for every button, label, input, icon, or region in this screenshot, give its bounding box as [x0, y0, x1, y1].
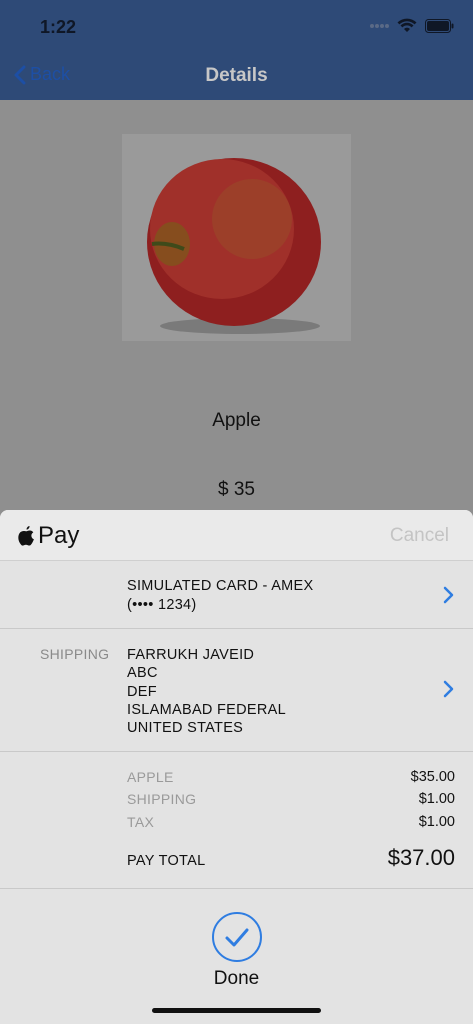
apple-pay-logo: Pay	[17, 522, 79, 550]
address-line: DEF	[127, 683, 157, 700]
address-line: UNITED STATES	[127, 720, 244, 737]
apple-pay-sheet: Pay Cancel SIMULATED CARD - AMEX (•••• 1…	[0, 510, 473, 1024]
done-status: Done	[0, 888, 473, 1024]
pay-label: Pay	[38, 522, 80, 549]
product-price: $ 35	[218, 479, 255, 500]
product-details: Apple $ 35	[0, 100, 473, 510]
summary-item-label: SHIPPING	[127, 791, 197, 807]
sheet-header: Pay Cancel	[0, 510, 473, 561]
chevron-right-icon	[443, 680, 454, 698]
signal-dots-icon	[370, 23, 389, 28]
payment-summary: APPLE $35.00 SHIPPING $1.00 TAX $1.00 PA…	[0, 751, 473, 889]
page-title: Details	[205, 65, 268, 86]
summary-item-value: $1.00	[418, 814, 455, 830]
wifi-icon	[397, 18, 417, 32]
shipping-label: SHIPPING	[40, 646, 110, 662]
status-icons	[369, 18, 455, 33]
apple-logo-icon	[18, 526, 34, 546]
card-details: SIMULATED CARD - AMEX (•••• 1234)	[127, 577, 314, 615]
summary-item-value: $35.00	[410, 769, 455, 785]
pay-total-label: PAY TOTAL	[127, 853, 206, 869]
home-indicator[interactable]	[152, 1008, 321, 1013]
done-check-circle	[212, 912, 262, 962]
shipping-row[interactable]: SHIPPING FARRUKH JAVEID ABC DEF ISLAMABA…	[0, 628, 473, 752]
cancel-button[interactable]: Cancel	[390, 525, 449, 547]
address-line: ISLAMABAD FEDERAL	[127, 701, 287, 718]
navigation-bar: Back Details	[0, 54, 473, 100]
shipping-address: FARRUKH JAVEID ABC DEF ISLAMABAD FEDERAL…	[127, 646, 286, 737]
chevron-right-icon	[443, 586, 454, 604]
summary-item-label: APPLE	[127, 769, 174, 785]
summary-item-value: $1.00	[418, 791, 455, 807]
battery-icon	[425, 18, 454, 33]
pay-total-value: $37.00	[387, 845, 455, 870]
apple-image	[122, 134, 351, 341]
checkmark-icon	[225, 928, 249, 947]
product-name: Apple	[212, 410, 261, 431]
card-number: (•••• 1234)	[127, 597, 197, 613]
address-line: FARRUKH JAVEID	[127, 647, 255, 663]
status-bar: 1:22	[0, 0, 473, 54]
status-time: 1:22	[40, 17, 77, 37]
summary-item-label: TAX	[127, 814, 155, 830]
payment-card-row[interactable]: SIMULATED CARD - AMEX (•••• 1234)	[0, 561, 473, 629]
address-line: ABC	[127, 665, 158, 682]
done-label: Done	[213, 968, 260, 989]
card-name: SIMULATED CARD - AMEX	[127, 578, 314, 594]
